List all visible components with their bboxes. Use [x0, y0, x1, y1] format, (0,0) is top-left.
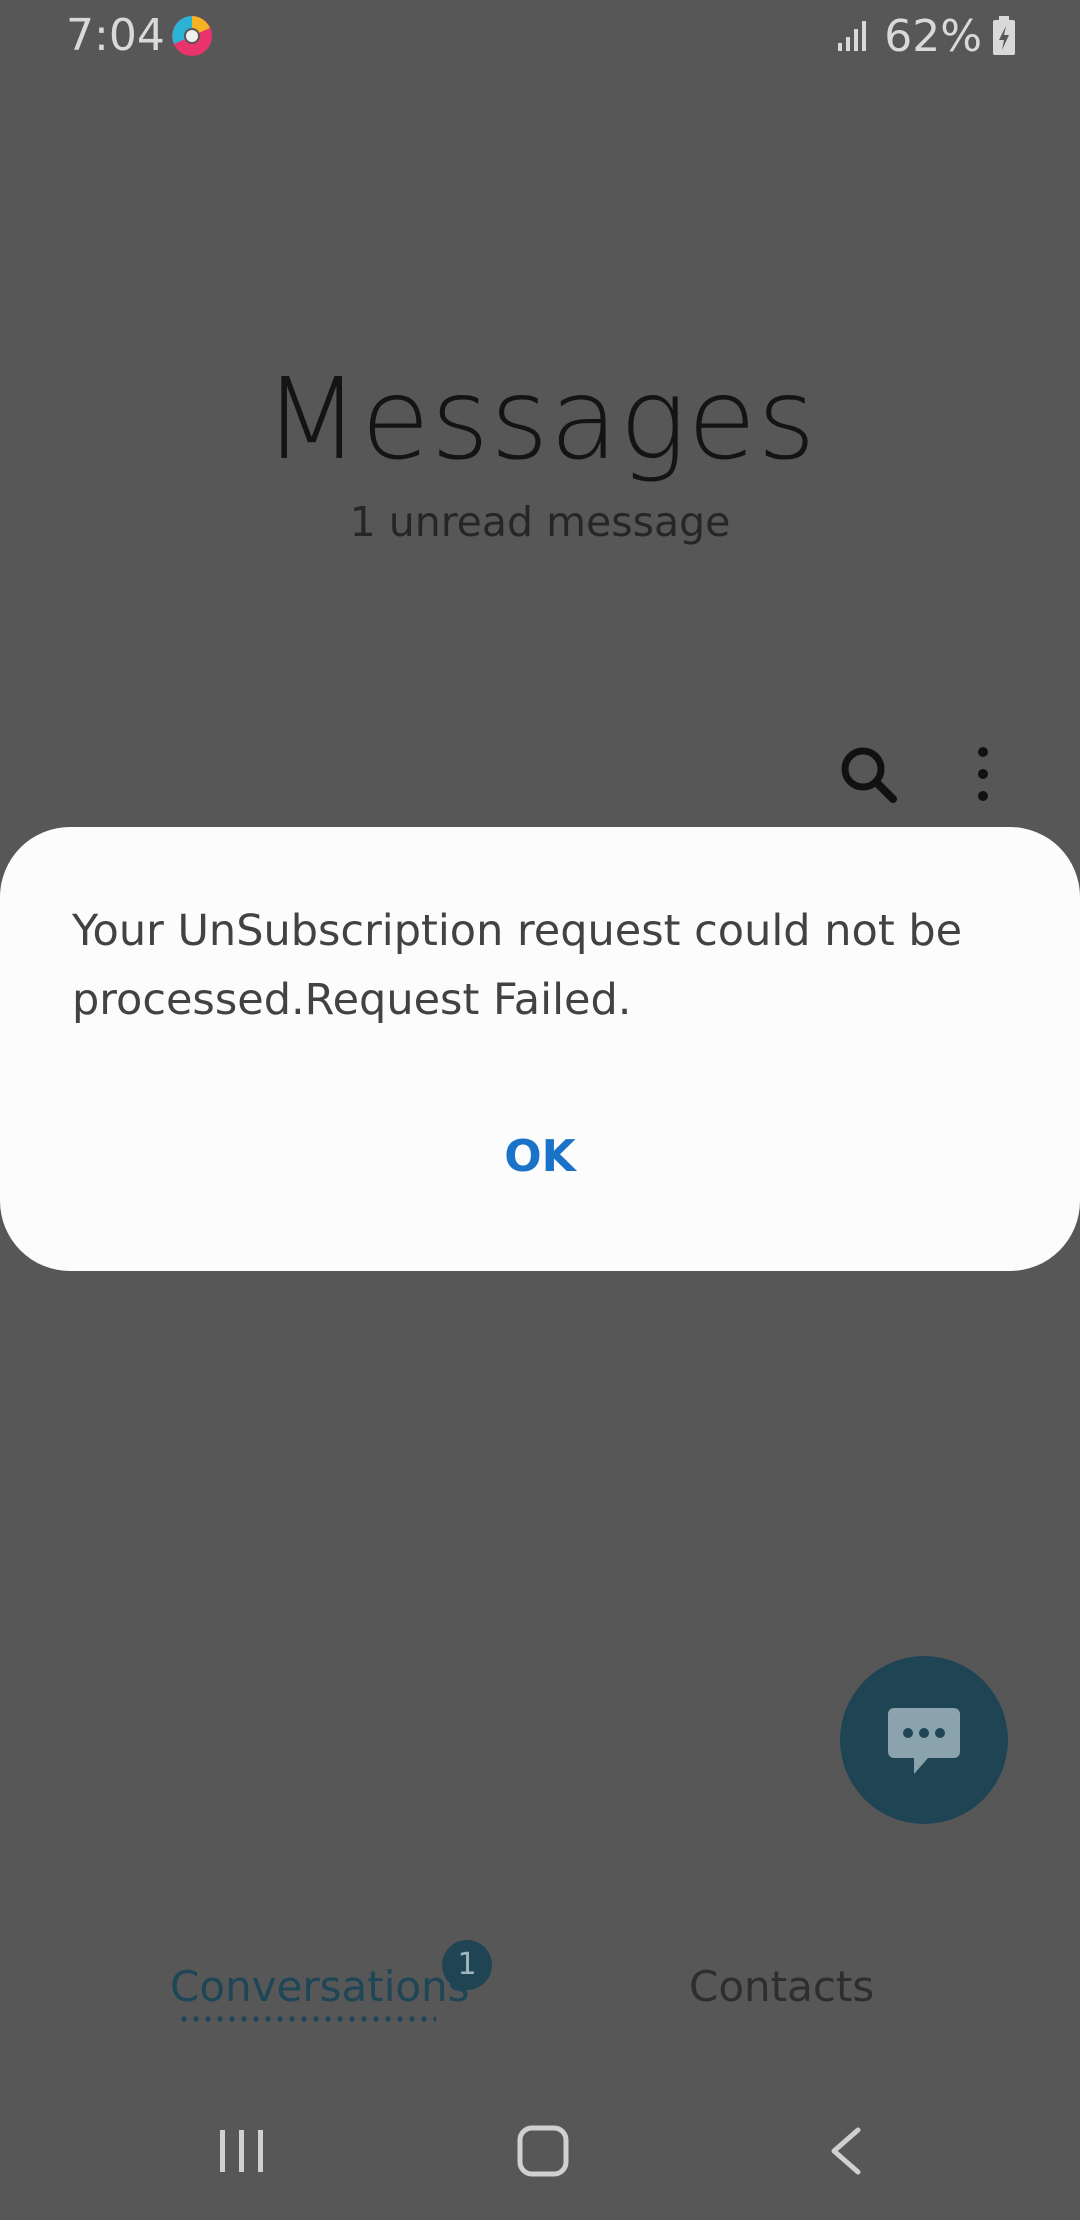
tab-contacts[interactable]: Contacts: [689, 1962, 874, 2011]
messages-screen: 7:04 62% Messages 1 unread message Your …: [0, 0, 1080, 2220]
page-title: Messages: [263, 355, 817, 485]
back-icon[interactable]: [826, 2126, 866, 2176]
status-time: 7:04: [66, 10, 165, 61]
more-vert-icon[interactable]: [965, 744, 1001, 804]
battery-charging-icon: [993, 16, 1015, 55]
dialog-message: Your UnSubscription request could not be…: [72, 906, 963, 1025]
compose-button[interactable]: [840, 1656, 1008, 1824]
ok-button[interactable]: OK: [440, 1117, 640, 1197]
active-tab-indicator: [178, 2016, 436, 2022]
unread-count: 1 unread message: [349, 498, 731, 546]
battery-percent: 62%: [884, 10, 982, 62]
search-icon[interactable]: [838, 744, 898, 804]
unread-badge: 1: [442, 1940, 492, 1990]
signal-icon: [838, 21, 867, 51]
recents-icon[interactable]: [218, 2128, 266, 2174]
compose-message-icon: [888, 1708, 960, 1774]
status-bar: 7:04 62%: [0, 0, 1080, 72]
home-icon[interactable]: [516, 2124, 570, 2178]
browser-app-icon: [172, 16, 212, 56]
tab-conversations[interactable]: Conversations: [170, 1962, 470, 2011]
status-right: 62%: [836, 10, 1016, 62]
error-dialog: Your UnSubscription request could not be…: [0, 827, 1080, 1271]
